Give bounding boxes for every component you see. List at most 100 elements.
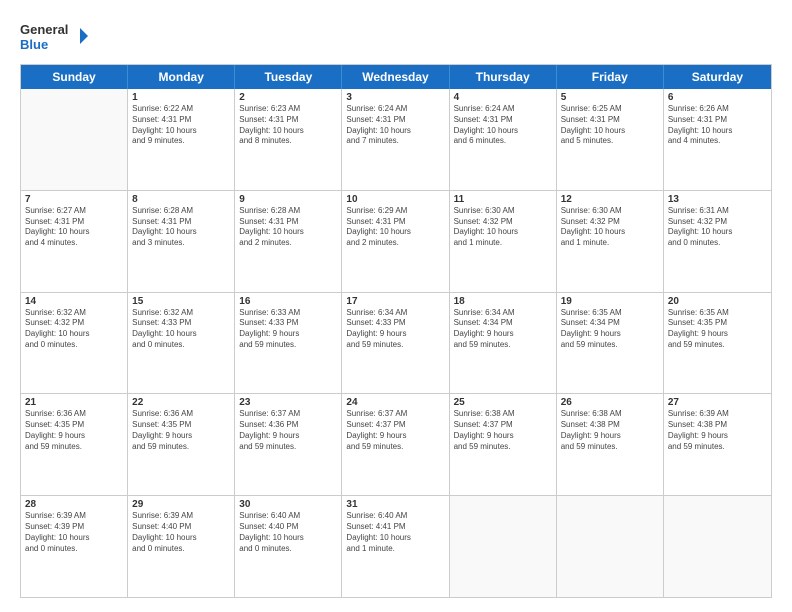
header: General Blue [20, 18, 772, 54]
calendar-page: General Blue SundayMondayTuesdayWednesda… [0, 0, 792, 612]
cal-cell-4-0: 28Sunrise: 6:39 AMSunset: 4:39 PMDayligh… [21, 496, 128, 597]
day-number: 18 [454, 296, 552, 307]
cell-info-line: Daylight: 10 hours [132, 329, 230, 340]
cell-info-line: Daylight: 9 hours [346, 431, 444, 442]
cell-info-line: Daylight: 10 hours [561, 227, 659, 238]
cal-cell-3-0: 21Sunrise: 6:36 AMSunset: 4:35 PMDayligh… [21, 394, 128, 495]
cell-info-line: Sunset: 4:35 PM [132, 420, 230, 431]
cell-info-line: Daylight: 10 hours [239, 533, 337, 544]
cal-cell-3-4: 25Sunrise: 6:38 AMSunset: 4:37 PMDayligh… [450, 394, 557, 495]
day-number: 12 [561, 194, 659, 205]
svg-text:General: General [20, 22, 68, 37]
cell-info-line: Sunrise: 6:24 AM [454, 104, 552, 115]
cal-cell-1-1: 8Sunrise: 6:28 AMSunset: 4:31 PMDaylight… [128, 191, 235, 292]
cal-cell-4-5 [557, 496, 664, 597]
cell-info-line: Sunset: 4:33 PM [239, 318, 337, 329]
cal-cell-2-4: 18Sunrise: 6:34 AMSunset: 4:34 PMDayligh… [450, 293, 557, 394]
week-row-4: 28Sunrise: 6:39 AMSunset: 4:39 PMDayligh… [21, 496, 771, 597]
cell-info-line: Sunset: 4:31 PM [561, 115, 659, 126]
cell-info-line: Daylight: 10 hours [668, 126, 767, 137]
cell-info-line: Sunset: 4:31 PM [132, 115, 230, 126]
cell-info-line: Sunset: 4:34 PM [454, 318, 552, 329]
day-number: 1 [132, 92, 230, 103]
cell-info-line: and 8 minutes. [239, 136, 337, 147]
cal-cell-2-2: 16Sunrise: 6:33 AMSunset: 4:33 PMDayligh… [235, 293, 342, 394]
logo: General Blue [20, 18, 90, 54]
cell-info-line: and 0 minutes. [25, 544, 123, 555]
day-number: 30 [239, 499, 337, 510]
cell-info-line: Daylight: 10 hours [132, 533, 230, 544]
cell-info-line: Sunset: 4:38 PM [561, 420, 659, 431]
cell-info-line: Sunset: 4:33 PM [346, 318, 444, 329]
day-number: 6 [668, 92, 767, 103]
svg-text:Blue: Blue [20, 37, 48, 52]
cell-info-line: and 59 minutes. [346, 442, 444, 453]
cell-info-line: Daylight: 10 hours [561, 126, 659, 137]
cell-info-line: Sunrise: 6:32 AM [132, 308, 230, 319]
cell-info-line: Daylight: 10 hours [132, 227, 230, 238]
cell-info-line: Daylight: 9 hours [561, 431, 659, 442]
cell-info-line: Sunrise: 6:38 AM [561, 409, 659, 420]
cal-cell-2-1: 15Sunrise: 6:32 AMSunset: 4:33 PMDayligh… [128, 293, 235, 394]
cell-info-line: and 1 minute. [454, 238, 552, 249]
cell-info-line: Daylight: 9 hours [668, 329, 767, 340]
cal-cell-3-3: 24Sunrise: 6:37 AMSunset: 4:37 PMDayligh… [342, 394, 449, 495]
cell-info-line: and 5 minutes. [561, 136, 659, 147]
header-day-thursday: Thursday [450, 65, 557, 89]
cell-info-line: and 6 minutes. [454, 136, 552, 147]
cell-info-line: and 1 minute. [346, 544, 444, 555]
cal-cell-2-0: 14Sunrise: 6:32 AMSunset: 4:32 PMDayligh… [21, 293, 128, 394]
day-number: 21 [25, 397, 123, 408]
day-number: 7 [25, 194, 123, 205]
week-row-3: 21 Sunrise: 6:36 AMSunset: 4:35 PM Dayligh… [21, 394, 771, 496]
cal-cell-4-6 [664, 496, 771, 597]
cell-info-line: Daylight: 10 hours [346, 533, 444, 544]
cell-info-line: Sunrise: 6:24 AM [346, 104, 444, 115]
calendar: SundayMondayTuesdayWednesdayThursdayFrid… [20, 64, 772, 598]
cal-cell-1-3: 10Sunrise: 6:29 AMSunset: 4:31 PMDayligh… [342, 191, 449, 292]
cal-cell-2-6: 20Sunrise: 6:35 AMSunset: 4:35 PMDayligh… [664, 293, 771, 394]
cell-info-line: Sunrise: 6:39 AM [132, 511, 230, 522]
day-number: 17 [346, 296, 444, 307]
cell-info-line: Daylight: 9 hours [561, 329, 659, 340]
calendar-header-row: SundayMondayTuesdayWednesdayThursdayFrid… [21, 65, 771, 89]
calendar-body: 1Sunrise: 6:22 AMSunset: 4:31 PMDaylight… [21, 89, 771, 597]
header-day-tuesday: Tuesday [235, 65, 342, 89]
day-number: 20 [668, 296, 767, 307]
cell-info-line: Sunset: 4:32 PM [668, 217, 767, 228]
cell-info-line: Sunrise: 6:36 AM [132, 409, 230, 420]
cell-info-line: Sunrise: 6:32 AM [25, 308, 123, 319]
day-number: 19 [561, 296, 659, 307]
cell-info-line: and 2 minutes. [239, 238, 337, 249]
cal-cell-0-5: 5Sunrise: 6:25 AMSunset: 4:31 PMDaylight… [557, 89, 664, 190]
cell-info-line: Sunrise: 6:28 AM [239, 206, 337, 217]
cell-info-line: Sunset: 4:33 PM [132, 318, 230, 329]
day-number: 27 [668, 397, 767, 408]
cell-info-line: Sunset: 4:31 PM [668, 115, 767, 126]
cell-info-line: and 2 minutes. [346, 238, 444, 249]
cell-info-line: and 59 minutes. [132, 442, 230, 453]
cell-info-line: Sunrise: 6:35 AM [561, 308, 659, 319]
cell-info-line: Daylight: 9 hours [668, 431, 767, 442]
cell-info-line: and 59 minutes. [561, 442, 659, 453]
day-number: 8 [132, 194, 230, 205]
cell-info-line: Sunset: 4:37 PM [454, 420, 552, 431]
cell-info-line: Daylight: 10 hours [346, 126, 444, 137]
cal-cell-2-5: 19Sunrise: 6:35 AMSunset: 4:34 PMDayligh… [557, 293, 664, 394]
day-number: 24 [346, 397, 444, 408]
cell-info-line: and 0 minutes. [239, 544, 337, 555]
cell-info-line: Sunrise: 6:26 AM [668, 104, 767, 115]
cal-cell-1-0: 7Sunrise: 6:27 AMSunset: 4:31 PMDaylight… [21, 191, 128, 292]
cal-cell-1-4: 11Sunrise: 6:30 AMSunset: 4:32 PMDayligh… [450, 191, 557, 292]
cell-info-line: Sunrise: 6:37 AM [239, 409, 337, 420]
cell-info-line: Sunset: 4:31 PM [239, 115, 337, 126]
cell-info-line: Sunrise: 6:37 AM [346, 409, 444, 420]
cal-cell-1-2: 9Sunrise: 6:28 AMSunset: 4:31 PMDaylight… [235, 191, 342, 292]
cell-info-line: Sunset: 4:31 PM [454, 115, 552, 126]
cell-info-line: Daylight: 10 hours [132, 126, 230, 137]
day-number: 3 [346, 92, 444, 103]
cell-info-line: and 9 minutes. [132, 136, 230, 147]
cell-info-line: Sunset: 4:31 PM [346, 217, 444, 228]
cell-info-line: Sunset: 4:36 PM [239, 420, 337, 431]
cal-cell-1-6: 13Sunrise: 6:31 AMSunset: 4:32 PMDayligh… [664, 191, 771, 292]
